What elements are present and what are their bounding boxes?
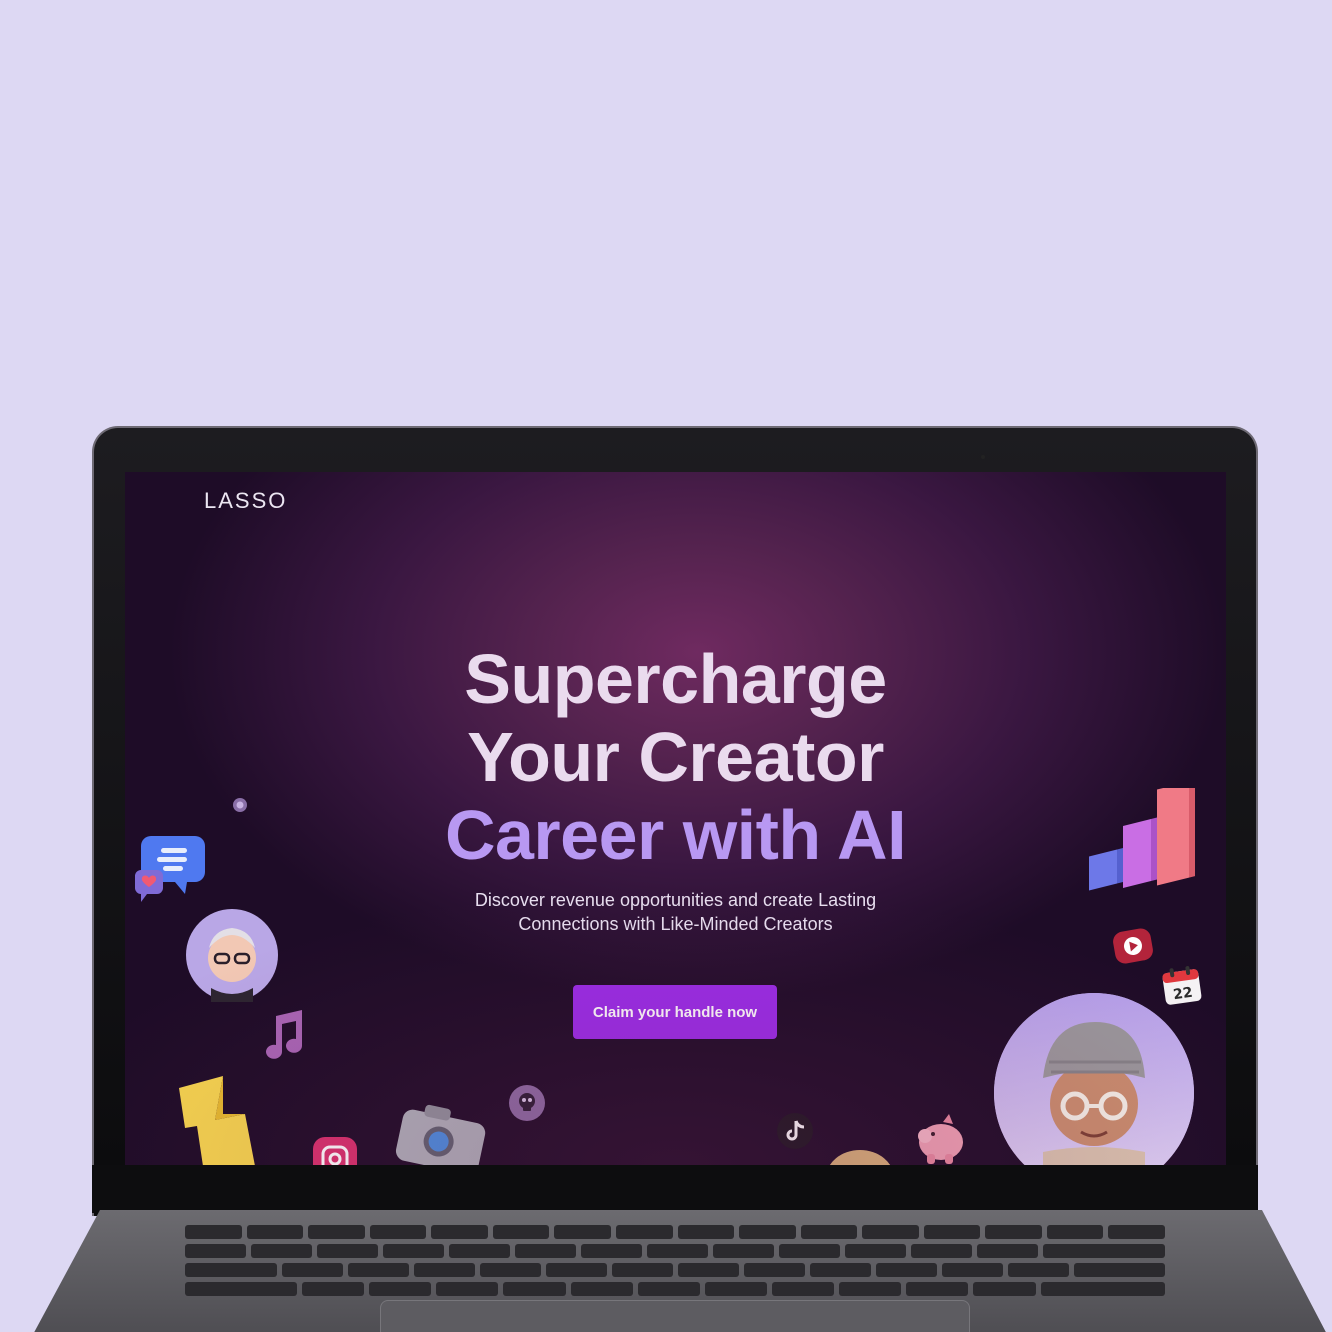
hero-title: Supercharge Your Creator Career with AI — [125, 640, 1226, 874]
tiktok-icon — [777, 1113, 813, 1149]
coin-icon — [829, 1150, 891, 1165]
music-note-icon — [266, 1010, 302, 1059]
avatar-woman — [186, 909, 278, 1002]
hero-subtitle-line-2: Connections with Like-Minded Creators — [518, 914, 833, 934]
piggy-bank-icon — [918, 1114, 963, 1164]
orb-icon — [233, 798, 247, 812]
screen-bezel-bottom — [92, 1165, 1258, 1213]
hero-title-line-3: Career with AI — [444, 796, 907, 874]
hero-title-line-2: Your Creator — [467, 718, 884, 796]
keyboard — [185, 1225, 1165, 1305]
browser-viewport: LASSO Supercharge Your Creator Career wi… — [125, 472, 1226, 1165]
hero-title-line-1: Supercharge — [464, 640, 887, 718]
webcam — [981, 455, 985, 459]
trackpad — [380, 1300, 970, 1332]
skull-badge-icon — [509, 1085, 545, 1121]
bar-chart-icon — [1089, 788, 1195, 891]
camera-icon — [395, 1104, 486, 1165]
hero-subtitle: Discover revenue opportunities and creat… — [125, 888, 1226, 936]
avatar-man — [994, 993, 1194, 1165]
instagram-icon — [313, 1137, 357, 1165]
hero-subtitle-line-1: Discover revenue opportunities and creat… — [474, 890, 877, 910]
claim-handle-button[interactable]: Claim your handle now — [573, 985, 777, 1039]
youtube-icon — [1113, 928, 1153, 964]
lightning-icon — [179, 1076, 255, 1165]
site-logo[interactable]: LASSO — [204, 488, 287, 514]
chat-bubble-icon — [135, 836, 205, 902]
